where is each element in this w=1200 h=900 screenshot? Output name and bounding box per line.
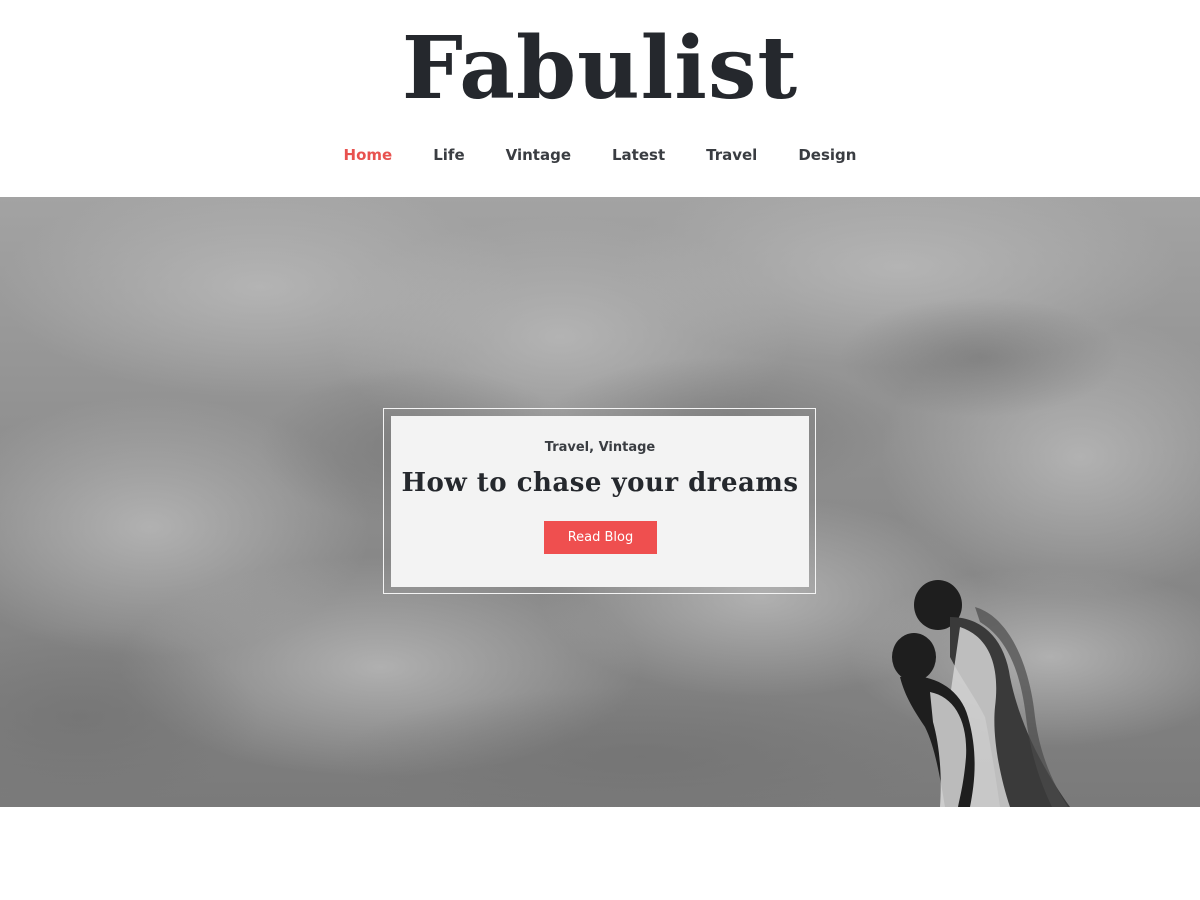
site-header: Fabulist Home Life Vintage Latest Travel… (0, 0, 1200, 197)
hero-category-separator: , (589, 440, 599, 455)
site-title[interactable]: Fabulist (0, 14, 1200, 124)
nav-item-life[interactable]: Life (433, 146, 464, 164)
hero-category-vintage[interactable]: Vintage (599, 440, 656, 455)
nav-item-home[interactable]: Home (344, 146, 393, 164)
nav-item-vintage[interactable]: Vintage (506, 146, 571, 164)
nav-item-design[interactable]: Design (798, 146, 856, 164)
main-nav: Home Life Vintage Latest Travel Design (0, 140, 1200, 170)
content-area (0, 807, 1200, 900)
nav-item-latest[interactable]: Latest (612, 146, 665, 164)
hero-categories: Travel, Vintage (391, 440, 809, 455)
hero-card: Travel, Vintage How to chase your dreams… (391, 416, 809, 587)
read-blog-button[interactable]: Read Blog (544, 521, 657, 554)
hero-title[interactable]: How to chase your dreams (391, 468, 809, 498)
page: Fabulist Home Life Vintage Latest Travel… (0, 0, 1200, 900)
hero-banner: Travel, Vintage How to chase your dreams… (0, 197, 1200, 807)
nav-item-travel[interactable]: Travel (706, 146, 757, 164)
hero-category-travel[interactable]: Travel (545, 440, 589, 455)
